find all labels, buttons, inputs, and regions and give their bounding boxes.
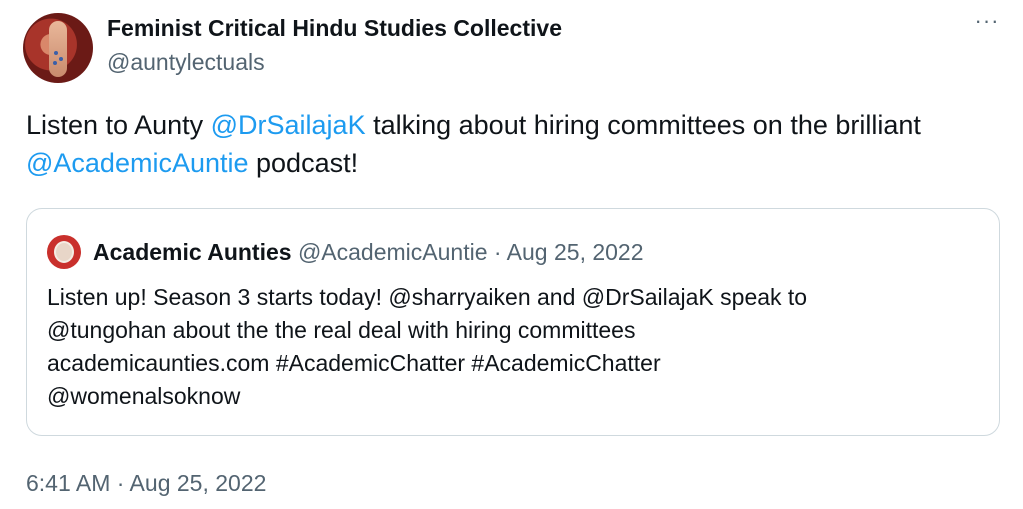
quoted-text-line: academicaunties.com #AcademicChatter #Ac… <box>47 350 661 376</box>
quoted-text: Listen up! Season 3 starts today! @sharr… <box>47 281 987 413</box>
tweet-timestamp[interactable]: 6:41 AM · Aug 25, 2022 <box>26 468 266 498</box>
quoted-tweet[interactable]: Academic Aunties @AcademicAuntie · Aug 2… <box>26 208 1000 436</box>
tweet-card: Feminist Critical Hindu Studies Collecti… <box>0 0 1023 509</box>
quoted-avatar-face <box>54 241 74 263</box>
quoted-author-name: Academic Aunties <box>93 239 292 265</box>
avatar-image-dot <box>59 57 63 61</box>
mention-link[interactable]: @DrSailajaK <box>211 110 366 140</box>
quoted-text-line: @tungohan about the the real deal with h… <box>47 317 636 343</box>
tweet-text: Listen to Aunty @DrSailajaK talking abou… <box>26 106 986 182</box>
quoted-text-line: @womenalsoknow <box>47 383 241 409</box>
mention-link[interactable]: @AcademicAuntie <box>26 148 249 178</box>
quoted-text-line: Listen up! Season 3 starts today! @sharr… <box>47 284 808 310</box>
quoted-date: Aug 25, 2022 <box>506 239 644 265</box>
tweet-text-part: Listen to Aunty <box>26 110 211 140</box>
more-options-icon[interactable]: ··· <box>970 10 1004 38</box>
avatar-image-dot <box>54 51 58 55</box>
quoted-separator: · <box>487 239 507 265</box>
author-handle[interactable]: @auntylectuals <box>107 47 265 77</box>
author-avatar[interactable] <box>23 13 93 83</box>
avatar-image-dot <box>53 61 57 65</box>
quoted-author-handle: @AcademicAuntie <box>297 239 488 265</box>
quoted-avatar <box>47 235 81 269</box>
avatar-image-finger <box>49 21 67 77</box>
author-name[interactable]: Feminist Critical Hindu Studies Collecti… <box>107 13 562 43</box>
tweet-text-part: talking about hiring committees on the b… <box>365 110 921 140</box>
tweet-text-part: podcast! <box>248 148 359 178</box>
quoted-header: Academic Aunties @AcademicAuntie · Aug 2… <box>93 237 644 267</box>
